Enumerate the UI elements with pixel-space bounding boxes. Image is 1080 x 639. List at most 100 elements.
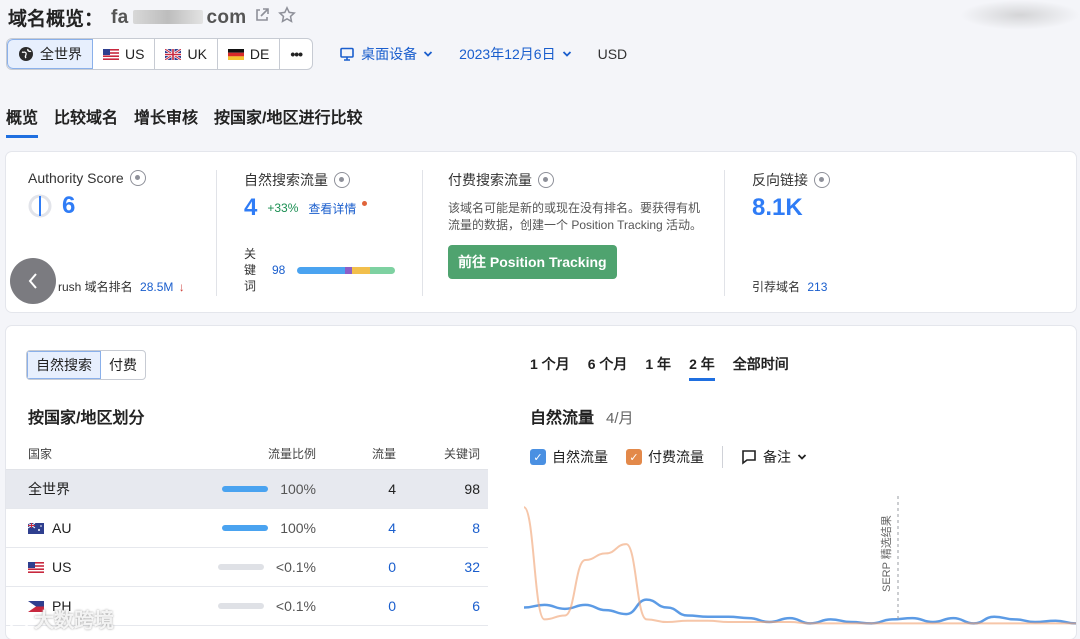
keywords-value[interactable]: 6 (396, 598, 488, 614)
watermark: 大数跨境 (8, 604, 114, 633)
notes-dropdown[interactable]: 备注 (741, 447, 807, 467)
table-header: 国家 流量比例 流量 关键词 (6, 438, 488, 470)
keywords-value[interactable]: 32 (396, 559, 488, 575)
period-all[interactable]: 全部时间 (733, 354, 789, 381)
chevron-down-icon (797, 454, 807, 460)
domain-name[interactable]: fa com (111, 7, 246, 29)
au-flag-icon (28, 522, 44, 534)
chevron-down-icon (423, 51, 433, 57)
keywords-value: 98 (464, 481, 480, 497)
period-6m[interactable]: 6 个月 (588, 354, 628, 381)
share-bar (217, 603, 264, 609)
us-flag-icon (103, 48, 119, 60)
rank-label: rush 域名排名 (58, 280, 133, 294)
date-dropdown[interactable]: 2023年12月6日 (459, 44, 572, 64)
search-type-toggle: 自然搜索 付费 (26, 350, 146, 380)
rank-value[interactable]: 28.5M (140, 280, 173, 294)
info-icon[interactable] (334, 172, 350, 188)
carousel-prev-button[interactable] (10, 258, 56, 304)
keywords-value[interactable]: 98 (272, 263, 285, 277)
scope-label: DE (249, 46, 270, 62)
traffic-value[interactable]: 0 (316, 598, 396, 614)
backlinks-value[interactable]: 8.1K (752, 194, 830, 222)
domain-redacted (132, 10, 203, 25)
country-name: AU (52, 520, 72, 536)
paid-label: 付费搜索流量 (448, 172, 532, 188)
col-traffic: 流量 (371, 447, 396, 461)
main-tabs: 概览 比较域名 增长审核 按国家/地区进行比较 (6, 104, 363, 138)
watermark-logo-icon (8, 607, 30, 630)
currency-label: USD (597, 46, 628, 62)
info-icon[interactable] (814, 172, 830, 188)
country-name: US (52, 559, 72, 575)
period-1m[interactable]: 1 个月 (530, 354, 570, 381)
table-row[interactable]: AU 100% 4 8 (6, 509, 488, 548)
organic-traffic-value[interactable]: 4 (244, 194, 257, 222)
scope-worldwide[interactable]: 全世界 (7, 39, 93, 69)
share-bar (222, 486, 269, 492)
page-title: 域名概览： (8, 9, 104, 30)
legend-paid-label: 付费流量 (648, 449, 704, 465)
col-share: 流量比例 (267, 447, 316, 461)
backlinks-label: 反向链接 (752, 172, 808, 188)
scope-us[interactable]: US (93, 39, 156, 69)
device-dropdown[interactable]: 桌面设备 (339, 44, 433, 64)
authority-label: Authority Score (28, 170, 124, 186)
legend-separator (722, 446, 723, 468)
toggle-paid[interactable]: 付费 (101, 351, 145, 379)
country-table: 国家 流量比例 流量 关键词 全世界 100% 4 98 AU 100% 4 8… (6, 438, 488, 626)
traffic-value[interactable]: 4 (316, 520, 396, 536)
chevron-down-icon (562, 51, 571, 57)
share-value: 100% (280, 520, 316, 536)
scope-more-button[interactable]: ••• (280, 39, 312, 69)
traffic-chart[interactable]: SERP 精选结果 (524, 486, 1076, 639)
period-2y[interactable]: 2 年 (689, 354, 715, 381)
info-icon[interactable] (129, 170, 146, 186)
de-flag-icon (227, 48, 244, 60)
title-row: 域名概览： fa com (8, 4, 297, 31)
table-row[interactable]: 全世界 100% 4 98 (6, 470, 488, 509)
share-value: <0.1% (275, 559, 316, 575)
scope-selector: 全世界 US UK DE ••• (6, 38, 314, 70)
scope-label: 全世界 (40, 46, 82, 62)
period-1y[interactable]: 1 年 (645, 354, 671, 381)
legend-organic[interactable]: ✓ 自然流量 (530, 447, 608, 467)
info-icon[interactable] (538, 172, 554, 188)
tab-growth-audit[interactable]: 增长审核 (134, 104, 198, 138)
keywords-value[interactable]: 8 (396, 520, 488, 536)
device-label: 桌面设备 (361, 46, 418, 62)
uk-flag-icon (165, 48, 182, 60)
external-link-icon[interactable] (254, 7, 270, 28)
table-row[interactable]: US <0.1% 0 32 (6, 548, 488, 587)
metric-organic: 自然搜索流量 4 +33% 查看详情 (244, 170, 368, 222)
traffic-value[interactable]: 0 (316, 559, 396, 575)
watermark-text: 大数跨境 (34, 610, 114, 632)
legend-paid[interactable]: ✓ 付费流量 (626, 447, 704, 467)
ref-domains-label: 引荐域名 (752, 280, 801, 294)
tab-compare-countries[interactable]: 按国家/地区进行比较 (214, 104, 362, 138)
col-keywords: 关键词 (443, 447, 480, 461)
tab-compare-domains[interactable]: 比较域名 (54, 104, 118, 138)
view-details-link[interactable]: 查看详情 (308, 200, 356, 217)
scope-uk[interactable]: UK (155, 39, 218, 69)
share-bar (217, 564, 264, 570)
paid-traffic-line (524, 506, 1076, 625)
share-value: <0.1% (275, 598, 316, 614)
country-section-title: 按国家/地区划分 (28, 410, 145, 427)
tab-overview[interactable]: 概览 (6, 104, 39, 138)
traffic-value: 4 (388, 481, 396, 497)
domain-rank-row: rush 域名排名 28.5M ↓ (58, 278, 185, 295)
notification-dot (362, 200, 368, 206)
period-tabs: 1 个月 6 个月 1 年 2 年 全部时间 (530, 354, 789, 381)
toggle-organic[interactable]: 自然搜索 (27, 351, 101, 379)
scope-de[interactable]: DE (218, 39, 281, 69)
ref-domains-value[interactable]: 213 (807, 280, 827, 294)
traffic-card: 自然搜索 付费 按国家/地区划分 国家 流量比例 流量 关键词 全世界 100%… (6, 326, 1076, 639)
filter-row: 全世界 US UK DE ••• 桌面设备 2023年12月6日 USD (6, 38, 627, 70)
divider (724, 170, 725, 296)
star-icon[interactable] (278, 6, 297, 29)
globe-icon (19, 47, 33, 61)
chevron-left-icon (28, 273, 37, 289)
position-tracking-button[interactable]: 前往 Position Tracking (448, 245, 617, 279)
us-flag-icon (28, 561, 44, 573)
